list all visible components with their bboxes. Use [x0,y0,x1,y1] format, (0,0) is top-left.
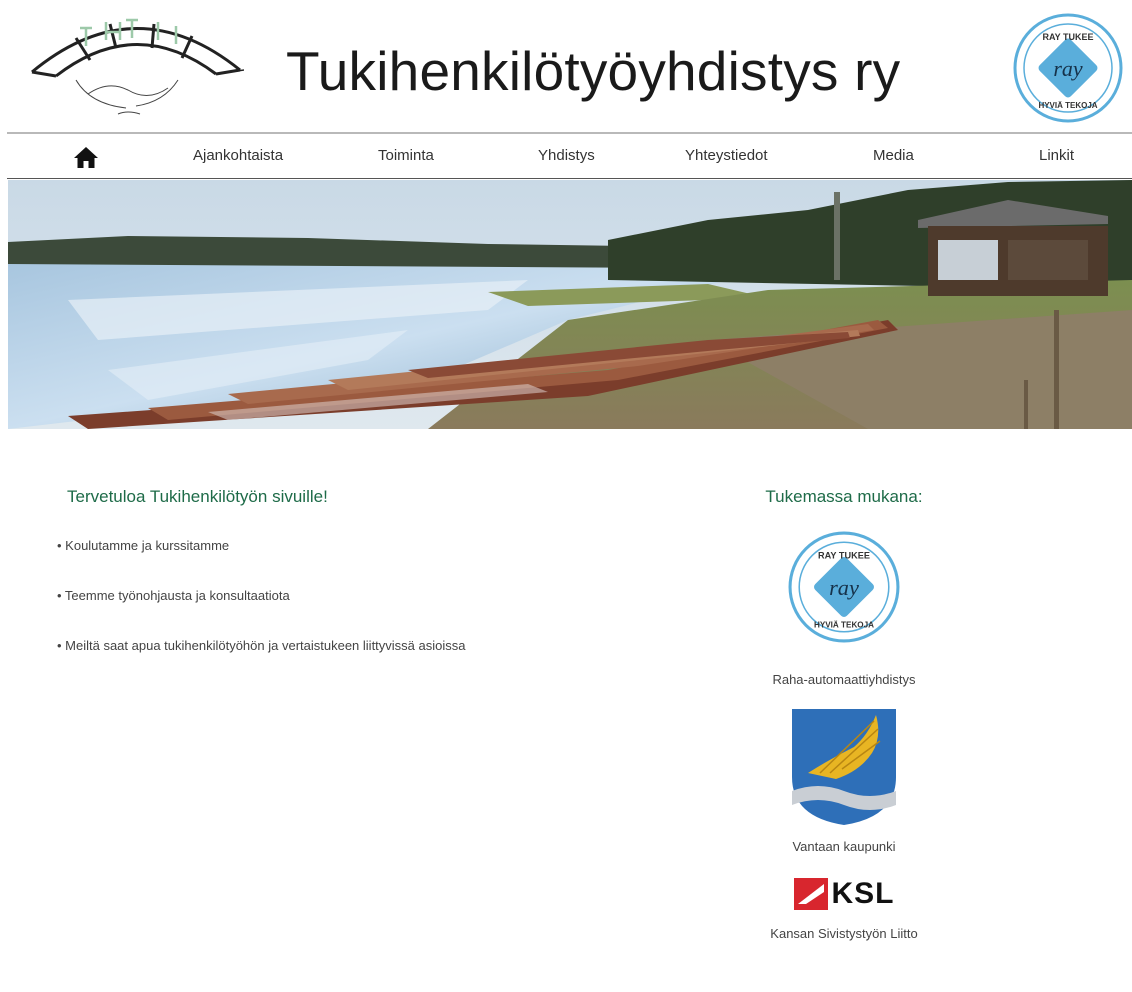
ray-badge[interactable]: ray RAY TUKEE HYVIÄ TEKOJA [1012,12,1124,124]
nav-divider [7,178,1132,179]
ray-logo[interactable]: ray RAY TUKEE HYVIÄ TEKOJA [787,530,901,644]
nav-item-toiminta[interactable]: Toiminta [378,147,434,164]
svg-text:ray: ray [1053,56,1083,81]
bullet-item-2: • Teemme työnohjausta ja konsultaatiota [57,588,290,603]
ksl-logo-text: KSL [831,877,895,910]
svg-text:RAY TUKEE: RAY TUKEE [818,551,870,561]
main-navigation: Ajankohtaista Toiminta Yhdistys Yhteysti… [0,137,1132,177]
banner-image [8,180,1132,429]
ksl-mark-icon [793,878,828,910]
supporter-name-ray[interactable]: Raha-automaattiyhdistys [728,672,960,687]
welcome-section: Tervetuloa Tukihenkilötyön sivuille! • K… [57,487,527,683]
bullet-item-3: • Meiltä saat apua tukihenkilötyöhön ja … [57,638,466,653]
header-divider [7,132,1132,134]
welcome-heading: Tervetuloa Tukihenkilötyön sivuille! [67,487,328,506]
site-header: Tukihenkilötyöyhdistys ry ray RAY TUKEE … [0,0,1132,132]
svg-text:RAY TUKEE: RAY TUKEE [1042,32,1093,42]
supporters-heading: Tukemassa mukana: [765,487,923,506]
home-icon[interactable] [73,145,99,169]
supporters-section: Tukemassa mukana: ray RAY TUKEE HYVIÄ TE… [728,487,960,941]
bullet-item-1: • Koulutamme ja kurssitamme [57,538,230,553]
nav-item-ajankohtaista[interactable]: Ajankohtaista [193,147,283,164]
ksl-logo[interactable]: KSL [728,876,960,912]
svg-text:HYVIÄ TEKOJA: HYVIÄ TEKOJA [814,620,874,630]
supporter-name-vantaa[interactable]: Vantaan kaupunki [728,839,960,854]
vantaa-coat-of-arms[interactable] [790,707,898,827]
svg-text:ray: ray [829,575,859,600]
association-logo[interactable] [28,10,244,122]
nav-item-yhteystiedot[interactable]: Yhteystiedot [685,147,768,164]
nav-item-linkit[interactable]: Linkit [1039,147,1074,164]
supporter-name-ksl[interactable]: Kansan Sivistystyön Liitto [728,926,960,941]
nav-item-media[interactable]: Media [873,147,914,164]
svg-text:HYVIÄ TEKOJA: HYVIÄ TEKOJA [1038,101,1097,110]
nav-item-yhdistys[interactable]: Yhdistys [538,147,595,164]
site-title: Tukihenkilötyöyhdistys ry [286,40,901,102]
